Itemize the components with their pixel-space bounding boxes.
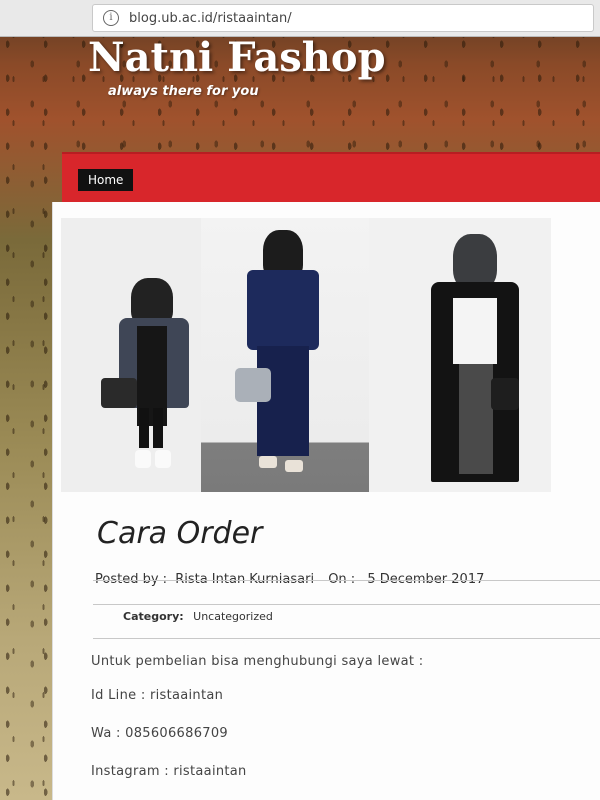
category-label: Category: [123,610,184,623]
nav-home-link[interactable]: Home [78,169,134,191]
fashion-photo-grey-coat [61,218,201,492]
body-text-wa: Wa : 085606686709 [91,726,228,741]
post-category: Category: Uncategorized [123,610,273,623]
fashion-photo-navy-set [201,218,369,492]
address-bar[interactable]: i blog.ub.ac.id/ristaaintan/ [92,4,594,32]
url-text: blog.ub.ac.id/ristaaintan/ [129,10,292,26]
info-icon[interactable]: i [103,10,119,26]
site-tagline: always there for you [108,84,259,99]
body-text-intro: Untuk pembelian bisa menghubungi saya le… [91,654,424,669]
site-title[interactable]: Natni Fashop [88,34,386,81]
body-text-instagram: Instagram : ristaaintan [91,764,247,779]
fashion-photo-black-cardigan [369,218,551,492]
meta-divider-top [93,580,600,581]
body-text-line: Id Line : ristaaintan [91,688,224,703]
featured-image[interactable] [61,218,551,492]
post-content-area: Cara Order Posted by : Rista Intan Kurni… [52,202,600,800]
post-title[interactable]: Cara Order [97,516,262,551]
meta-divider-bottom [93,638,600,639]
category-link[interactable]: Uncategorized [193,610,273,623]
meta-divider-middle [93,604,600,605]
browser-toolbar: i blog.ub.ac.id/ristaaintan/ [0,0,600,37]
main-navigation: Home [62,152,600,204]
